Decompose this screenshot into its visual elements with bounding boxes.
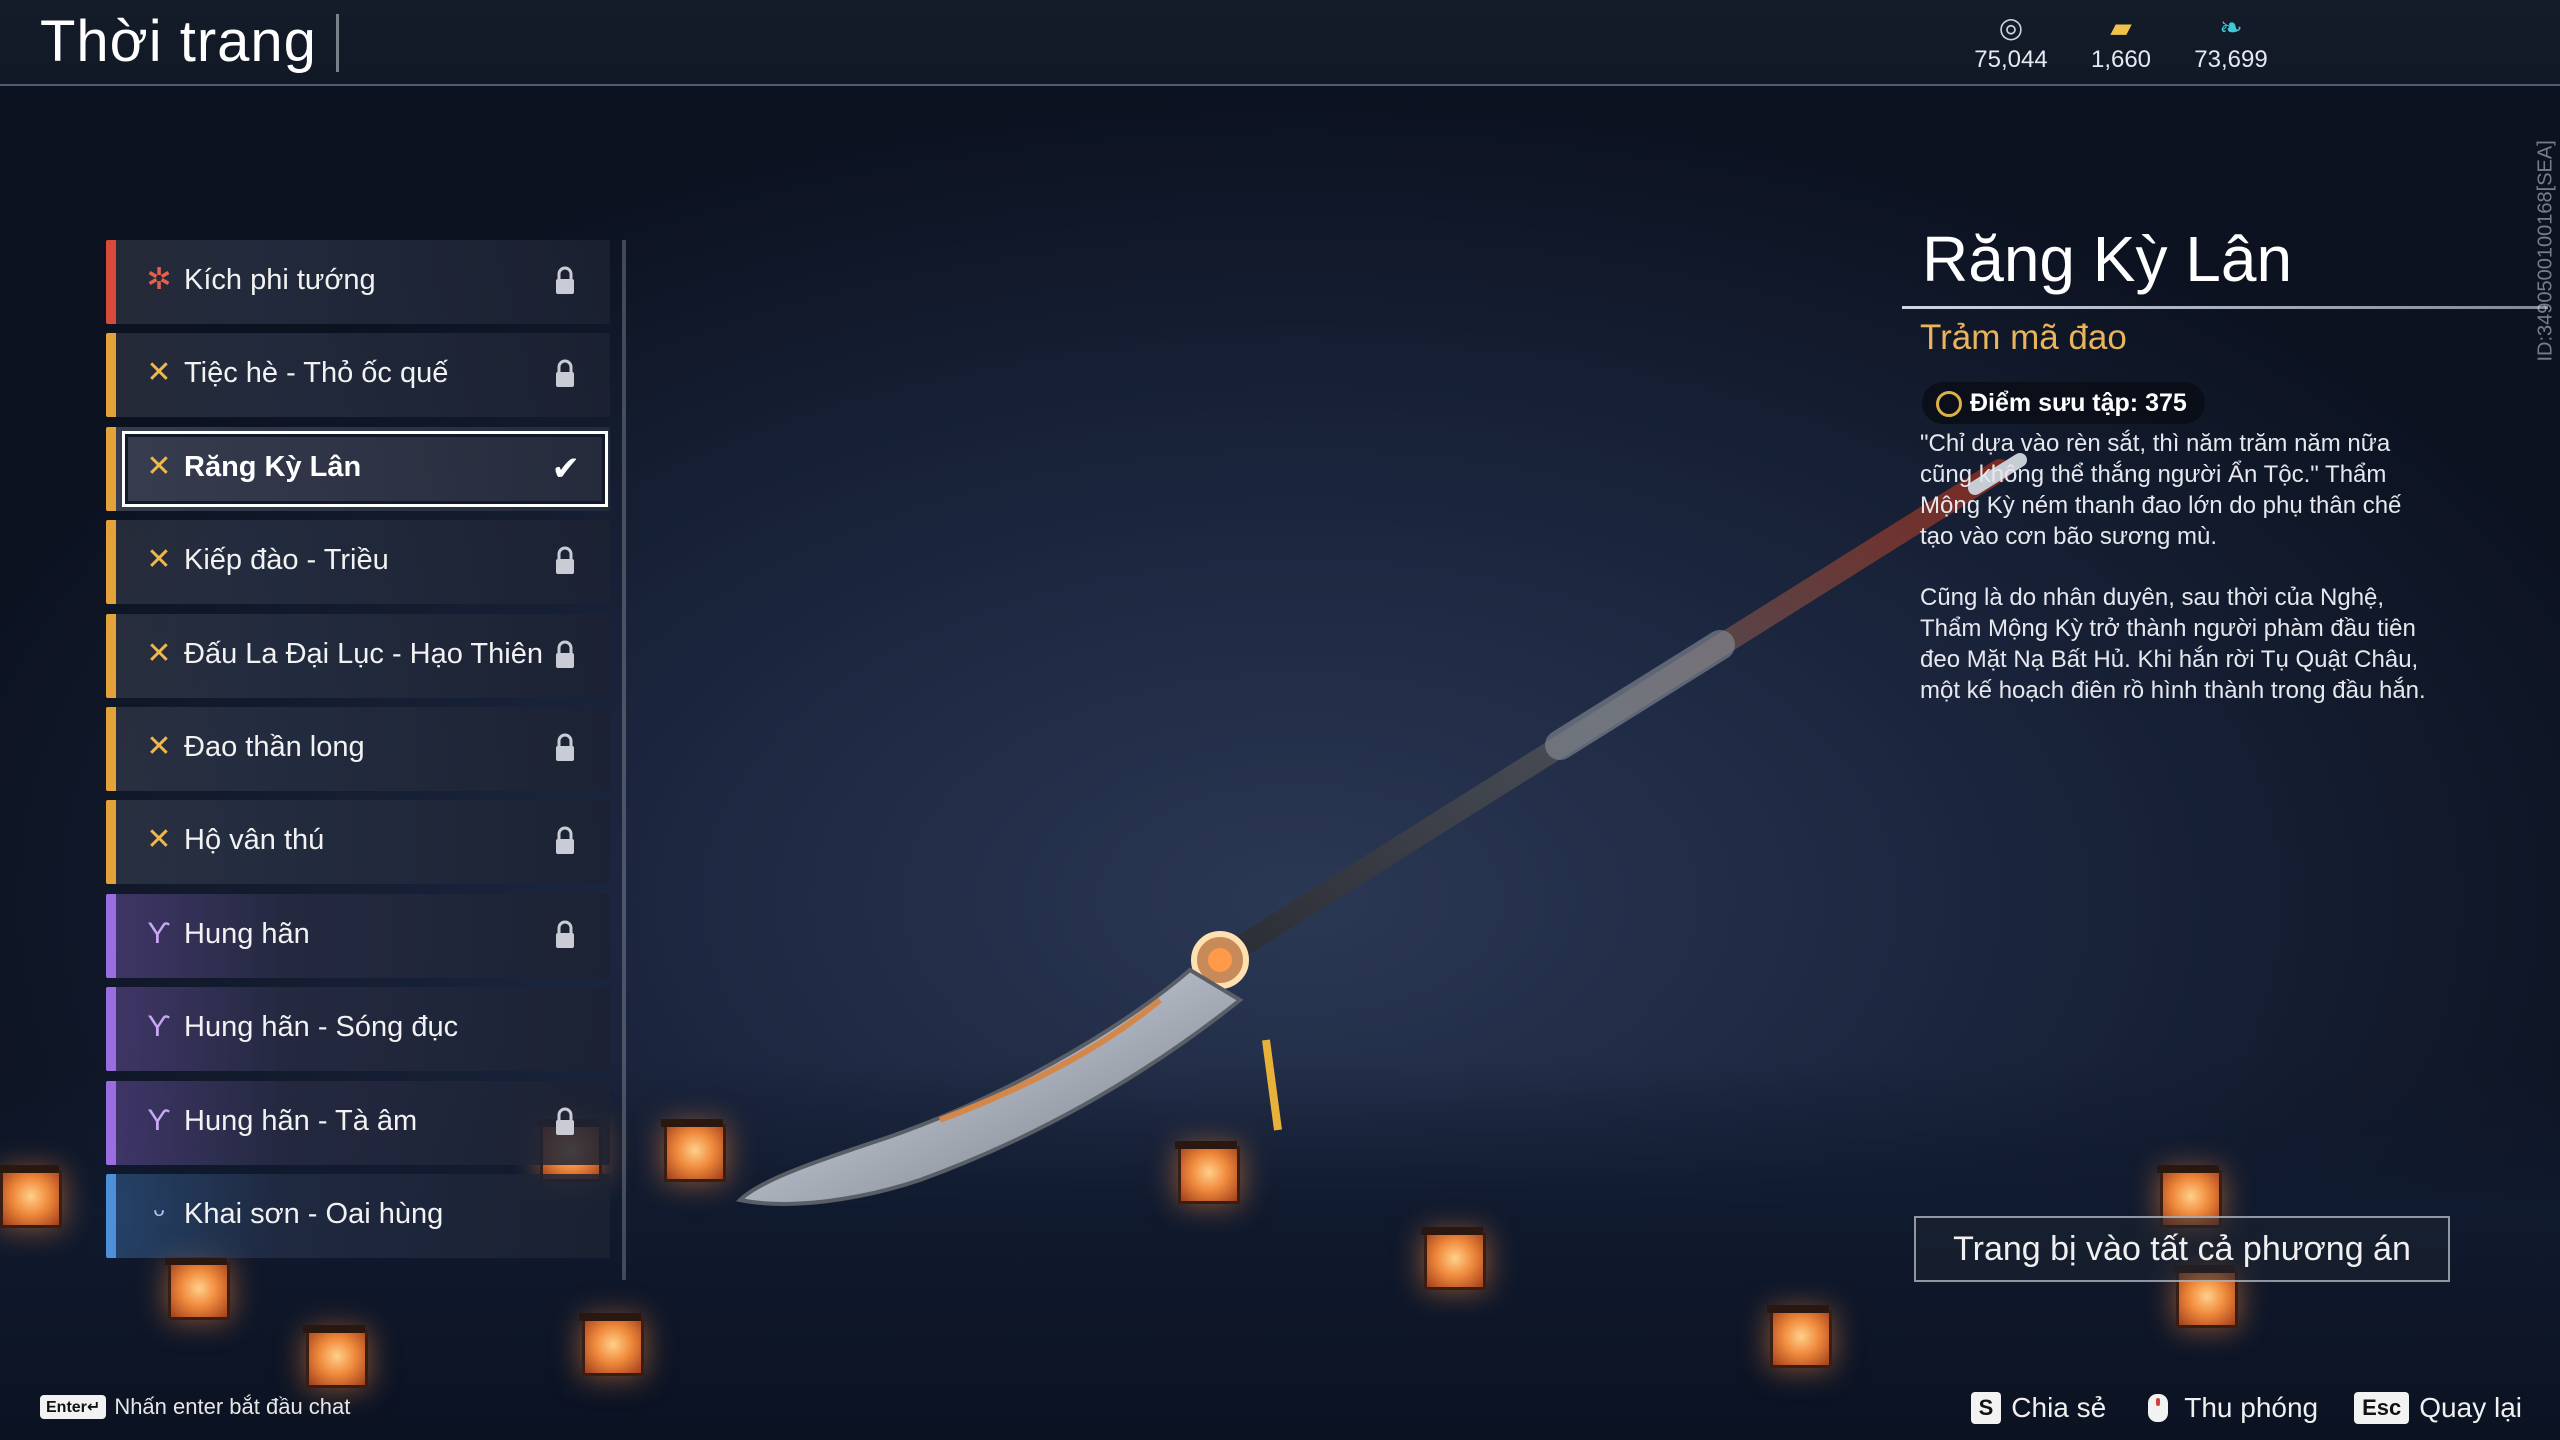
- tier-purple-icon: Ƴ: [147, 1010, 171, 1044]
- currency-value: 73,699: [2194, 46, 2268, 73]
- zoom-label: Thu phóng: [2184, 1392, 2319, 1423]
- tier-gold-icon: ✕: [146, 449, 172, 483]
- lantern-icon: [165, 1257, 230, 1320]
- list-item[interactable]: ᵕ Khai sơn - Oai hùng: [106, 1173, 610, 1258]
- back-button[interactable]: Esc Quay lại: [2354, 1388, 2522, 1428]
- lock-icon: [556, 826, 574, 855]
- item-type: Trảm mã đao: [1920, 318, 2127, 357]
- tier-bar: [106, 1173, 116, 1258]
- tier-bar: [106, 333, 116, 418]
- list-item[interactable]: ✕ Kiếp đào - Triều: [106, 520, 610, 605]
- lantern-icon: [303, 1325, 368, 1388]
- tier-bar: [106, 520, 116, 605]
- description-paragraph: Cũng là do nhân duyên, sau thời của Nghệ…: [1920, 584, 2426, 704]
- list-item-selected[interactable]: ✕ Răng Kỳ Lân ✔: [106, 426, 610, 511]
- list-item[interactable]: ✕ Đấu La Đại Lục - Hạo Thiên: [106, 613, 610, 698]
- list-item[interactable]: ✕ Hộ vân thú: [106, 800, 610, 885]
- lantern-icon: [1767, 1305, 1832, 1368]
- chat-hint-text: Nhấn enter bắt đầu chat: [114, 1394, 351, 1419]
- fashion-list: ✲ Kích phi tướng ✕ Tiệc hè - Thỏ ốc quế …: [106, 240, 610, 1267]
- tier-bar: [106, 987, 116, 1072]
- item-label: Hung hãn - Sóng đục: [184, 1011, 459, 1044]
- server-id-label: ID:3490500100168[SEA]: [2534, 120, 2557, 362]
- lock-icon: [556, 733, 574, 761]
- list-item[interactable]: Ƴ Hung hãn - Sóng đục: [106, 987, 610, 1072]
- share-label: Chia sẻ: [2011, 1392, 2107, 1423]
- list-item[interactable]: Ƴ Hung hãn - Tà âm: [106, 1080, 610, 1165]
- item-description: "Chỉ dựa vào rèn sắt, thì năm trăm năm n…: [1920, 428, 2440, 736]
- tier-red-icon: ✲: [146, 263, 172, 296]
- item-label: Khai sơn - Oai hùng: [184, 1197, 444, 1230]
- item-label: Đấu La Đại Lục - Hạo Thiên: [184, 637, 543, 670]
- currency-value: 75,044: [1974, 46, 2048, 73]
- title-underline: [1902, 306, 2548, 309]
- tier-purple-icon: Ƴ: [147, 1103, 171, 1137]
- tier-bar: [106, 800, 116, 885]
- enter-key-icon: Enter↵: [40, 1395, 107, 1419]
- chat-hint[interactable]: Enter↵ Nhấn enter bắt đầu chat: [40, 1394, 350, 1420]
- description-paragraph: "Chỉ dựa vào rèn sắt, thì năm trăm năm n…: [1920, 430, 2402, 550]
- currency-gold[interactable]: ▰ 1,660: [2066, 12, 2176, 74]
- tier-gold-icon: ✕: [146, 823, 172, 857]
- list-scrollbar[interactable]: [622, 240, 626, 1280]
- item-label: Hung hãn - Tà âm: [184, 1104, 418, 1137]
- collection-points-text: Điểm sưu tập: 375: [1970, 389, 2187, 417]
- list-item[interactable]: ✕ Đao thần long: [106, 706, 610, 791]
- item-name: Răng Kỳ Lân: [1922, 223, 2293, 295]
- share-button[interactable]: S Chia sẻ: [1970, 1388, 2107, 1428]
- item-label: Hung hãn: [184, 917, 310, 950]
- tier-bar: [106, 426, 116, 511]
- mouse-icon: [2148, 1394, 2169, 1422]
- jade-feather-icon: ❧: [2219, 12, 2243, 43]
- lantern-icon: [0, 1165, 62, 1228]
- tier-blue-icon: ᵕ: [153, 1196, 165, 1230]
- list-item[interactable]: ✲ Kích phi tướng: [106, 240, 610, 324]
- item-label: Răng Kỳ Lân: [184, 450, 362, 483]
- silver-coin-icon: ◎: [1998, 12, 2024, 43]
- tier-gold-icon: ✕: [146, 729, 172, 763]
- tier-bar: [106, 1080, 116, 1165]
- lock-icon: [556, 359, 574, 388]
- lock-icon: [556, 1107, 574, 1135]
- tier-bar: [106, 893, 116, 978]
- page-title: Thời trang: [40, 9, 317, 74]
- list-item[interactable]: ✕ Tiệc hè - Thỏ ốc quế: [106, 333, 610, 418]
- lock-icon: [556, 640, 574, 668]
- back-label: Quay lại: [2419, 1392, 2522, 1423]
- item-label: Tiệc hè - Thỏ ốc quế: [184, 357, 449, 390]
- esc-key-icon: Esc: [2354, 1392, 2410, 1424]
- item-label: Hộ vân thú: [184, 824, 325, 857]
- tier-gold-icon: ✕: [146, 356, 172, 390]
- item-label: Kích phi tướng: [184, 264, 376, 296]
- lantern-icon: [579, 1313, 644, 1376]
- lock-icon: [556, 546, 574, 575]
- zoom-button[interactable]: Thu phóng: [2142, 1388, 2318, 1428]
- currency-silver[interactable]: ◎ 75,044: [1956, 12, 2066, 74]
- weapon-preview[interactable]: [700, 440, 2100, 1260]
- bottom-actions: S Chia sẻ Thu phóng Esc Quay lại: [1970, 1388, 2522, 1428]
- currency-jade[interactable]: ❧ 73,699: [2176, 12, 2286, 74]
- lock-icon: [556, 920, 574, 948]
- collection-points-badge: Điểm sưu tập: 375: [1922, 382, 2205, 424]
- tier-gold-icon: ✕: [146, 636, 172, 670]
- currency-value: 1,660: [2090, 46, 2152, 73]
- tier-purple-icon: Ƴ: [147, 916, 171, 950]
- s-key-icon: S: [1970, 1392, 2002, 1424]
- item-label: Kiếp đào - Triều: [184, 544, 389, 577]
- tier-bar: [106, 613, 116, 698]
- server-id-text: ID:3490500100168[SEA]: [2534, 140, 2557, 362]
- tier-bar: [106, 706, 116, 791]
- top-bar: Thời trang ◎ 75,044 ▰ 1,660 ❧ 73,699: [0, 0, 2560, 86]
- item-label: Đao thần long: [184, 730, 365, 763]
- title-divider: [336, 14, 339, 72]
- lock-icon: [556, 266, 574, 294]
- equip-all-button[interactable]: Trang bị vào tất cả phương án: [1914, 1216, 2450, 1282]
- tier-gold-icon: ✕: [146, 543, 172, 577]
- tier-bar: [106, 240, 116, 324]
- collection-points-icon: [1936, 391, 1962, 417]
- list-item[interactable]: Ƴ Hung hãn: [106, 893, 610, 978]
- check-icon: ✔: [551, 449, 581, 488]
- gold-ingot-icon: ▰: [2110, 12, 2132, 43]
